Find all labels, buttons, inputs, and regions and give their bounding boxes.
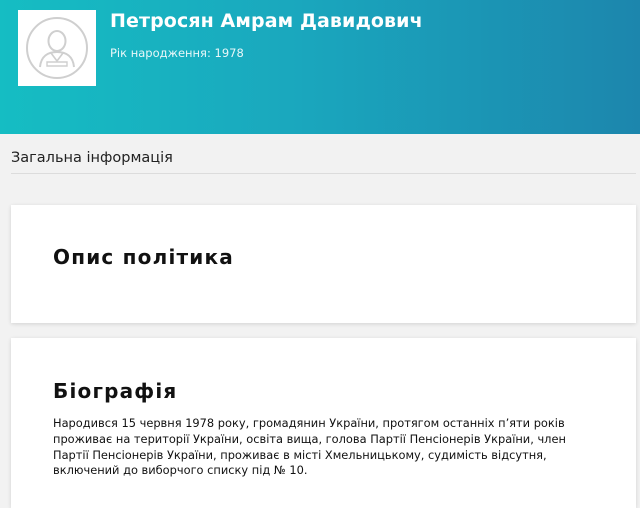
policy-card: Опис політика	[11, 205, 636, 323]
section-title: Загальна інформація	[11, 150, 173, 166]
section-divider	[11, 173, 636, 174]
profile-header: Петросян Амрам Давидович Рік народження:…	[0, 0, 640, 134]
birth-year: 1978	[214, 46, 244, 60]
birth-label: Рік народження:	[110, 46, 211, 60]
birth-info: Рік народження: 1978	[110, 46, 244, 60]
biography-card-title: Біографія	[53, 379, 178, 403]
biography-card: Біографія Народився 15 червня 1978 року,…	[11, 338, 636, 508]
policy-card-title: Опис політика	[53, 245, 234, 269]
politician-name: Петросян Амрам Давидович	[110, 10, 423, 32]
biography-text: Народився 15 червня 1978 року, громадяни…	[53, 416, 566, 478]
avatar	[18, 10, 96, 86]
user-avatar-icon	[26, 17, 88, 79]
